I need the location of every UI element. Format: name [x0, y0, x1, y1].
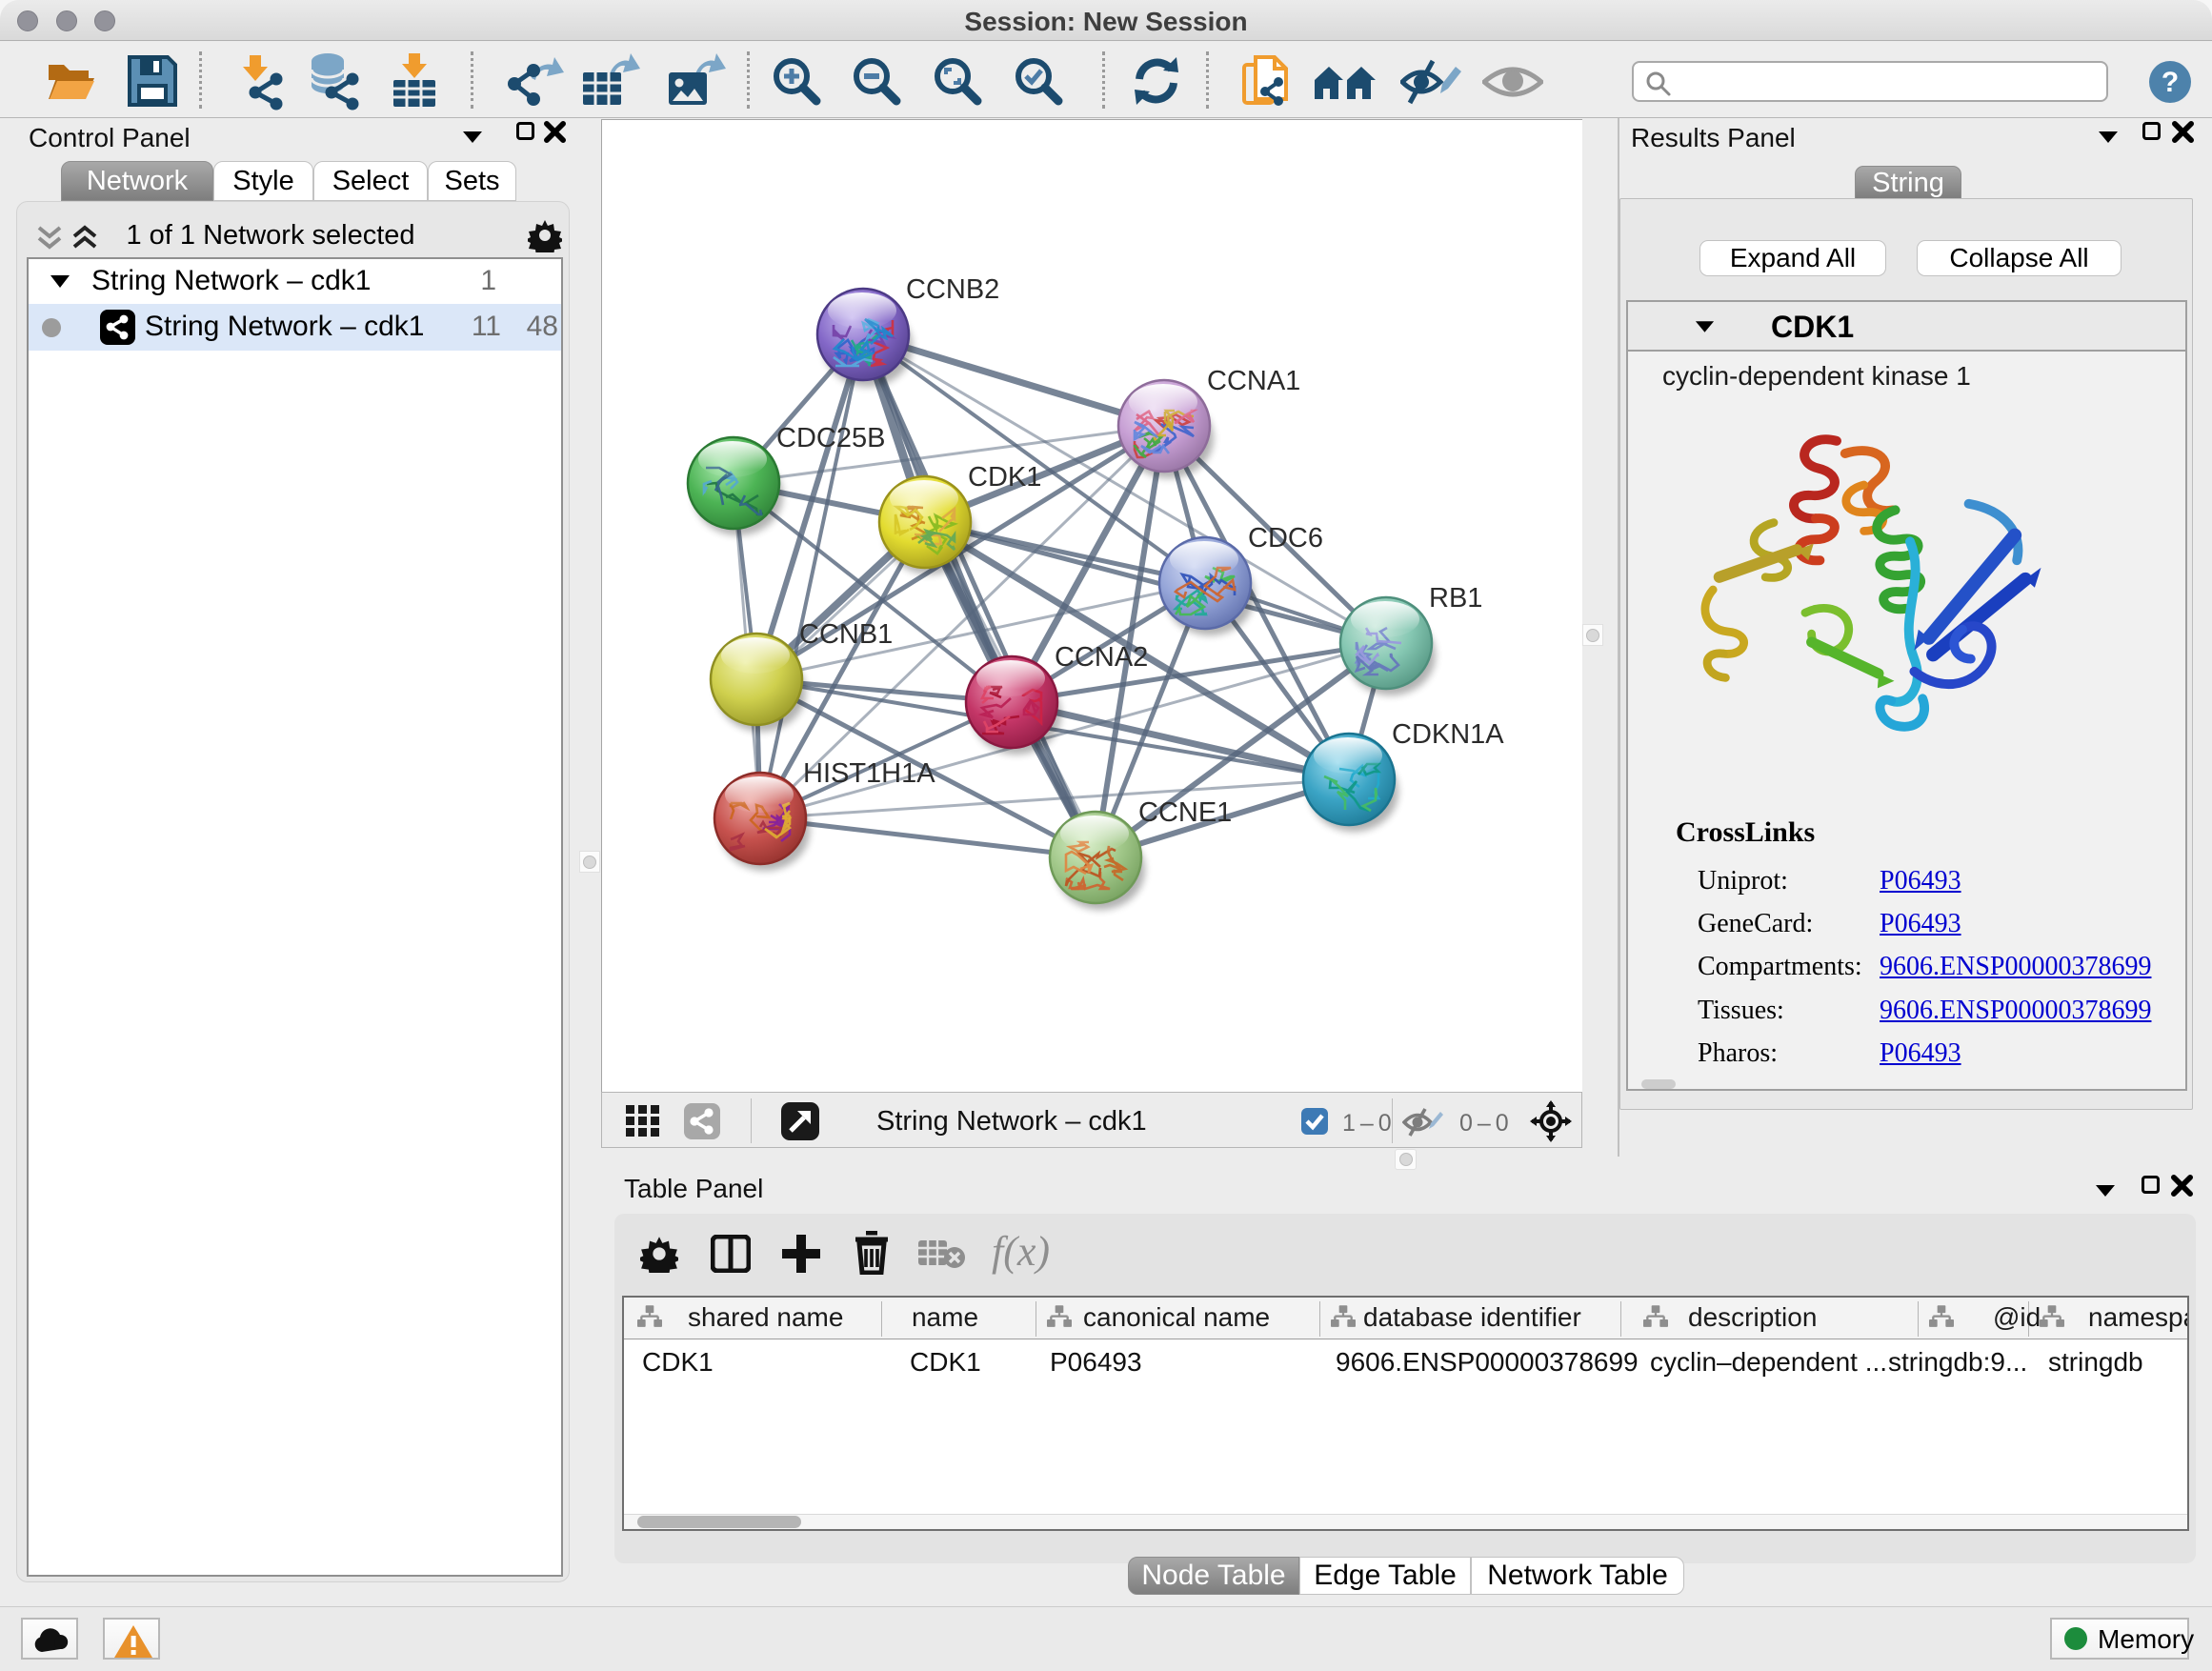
svg-text:CDC25B: CDC25B — [776, 423, 885, 453]
svg-text:HIST1H1A: HIST1H1A — [803, 758, 935, 789]
svg-text:CDC6: CDC6 — [1248, 523, 1323, 554]
svg-text:RB1: RB1 — [1429, 583, 1482, 614]
svg-text:CDKN1A: CDKN1A — [1392, 719, 1504, 750]
svg-text:CCNA2: CCNA2 — [1055, 642, 1148, 673]
svg-text:CCNB1: CCNB1 — [799, 619, 893, 650]
svg-text:CCNE1: CCNE1 — [1138, 797, 1232, 828]
svg-text:CDK1: CDK1 — [968, 462, 1041, 493]
svg-text:CCNA1: CCNA1 — [1207, 366, 1300, 396]
svg-text:CCNB2: CCNB2 — [906, 274, 999, 305]
svg-text:?: ? — [2162, 67, 2179, 98]
